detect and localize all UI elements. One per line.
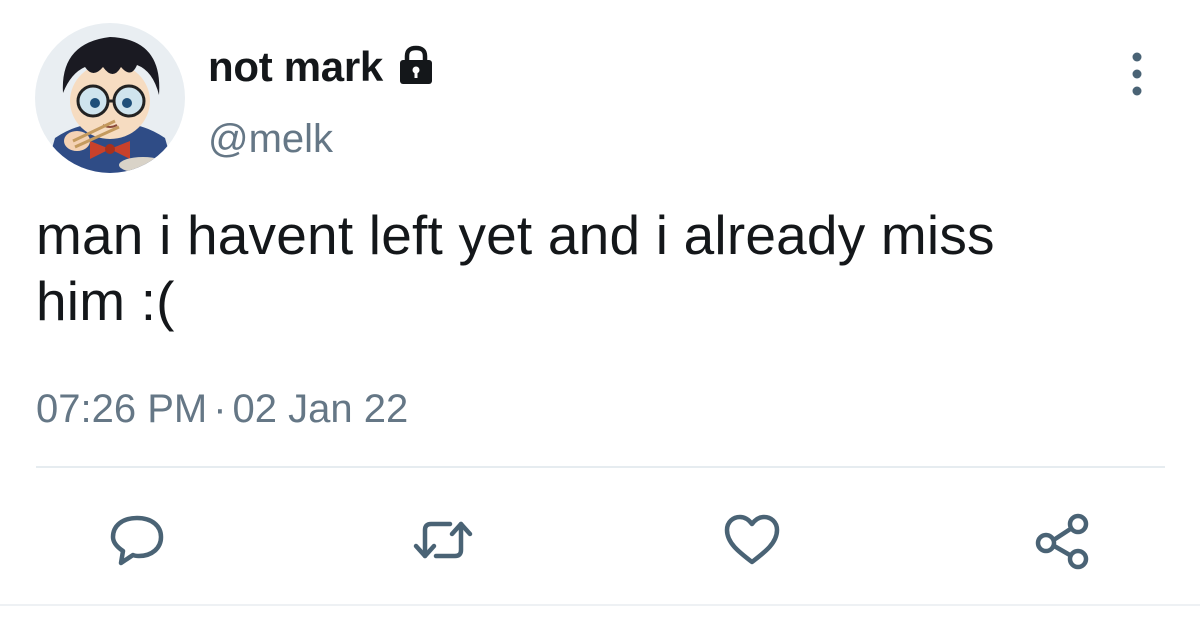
heart-icon (724, 514, 780, 565)
tweet-time: 07:26 PM (36, 387, 208, 431)
vertical-ellipsis-icon (1132, 52, 1142, 96)
display-name-row[interactable]: not mark (208, 40, 437, 94)
avatar[interactable] (35, 23, 185, 173)
more-options-button[interactable] (1112, 45, 1162, 105)
tweet-text: man i havent left yet and i already miss… (36, 202, 1146, 334)
display-name[interactable]: not mark (208, 43, 383, 91)
lock-icon (395, 44, 437, 86)
speech-bubble-icon (110, 515, 164, 566)
bottom-divider (0, 604, 1200, 606)
retweet-button[interactable] (412, 510, 474, 570)
share-button[interactable] (1032, 510, 1094, 570)
reply-button[interactable] (106, 510, 168, 570)
tweet-text-line-2: him :( (36, 270, 175, 332)
share-nodes-icon (1035, 513, 1089, 570)
tweet-date: 02 Jan 22 (232, 387, 409, 431)
divider (36, 466, 1165, 468)
like-button[interactable] (721, 510, 783, 570)
tweet-card: not mark @melk man i havent left yet and… (0, 0, 1200, 626)
retweet-arrows-icon (413, 521, 473, 559)
timestamp-separator: · (213, 387, 227, 431)
avatar-image (35, 23, 185, 173)
tweet-timestamp[interactable]: 07:26 PM · 02 Jan 22 (36, 384, 408, 434)
tweet-text-line-1: man i havent left yet and i already miss (36, 204, 995, 266)
user-handle[interactable]: @melk (208, 114, 333, 164)
